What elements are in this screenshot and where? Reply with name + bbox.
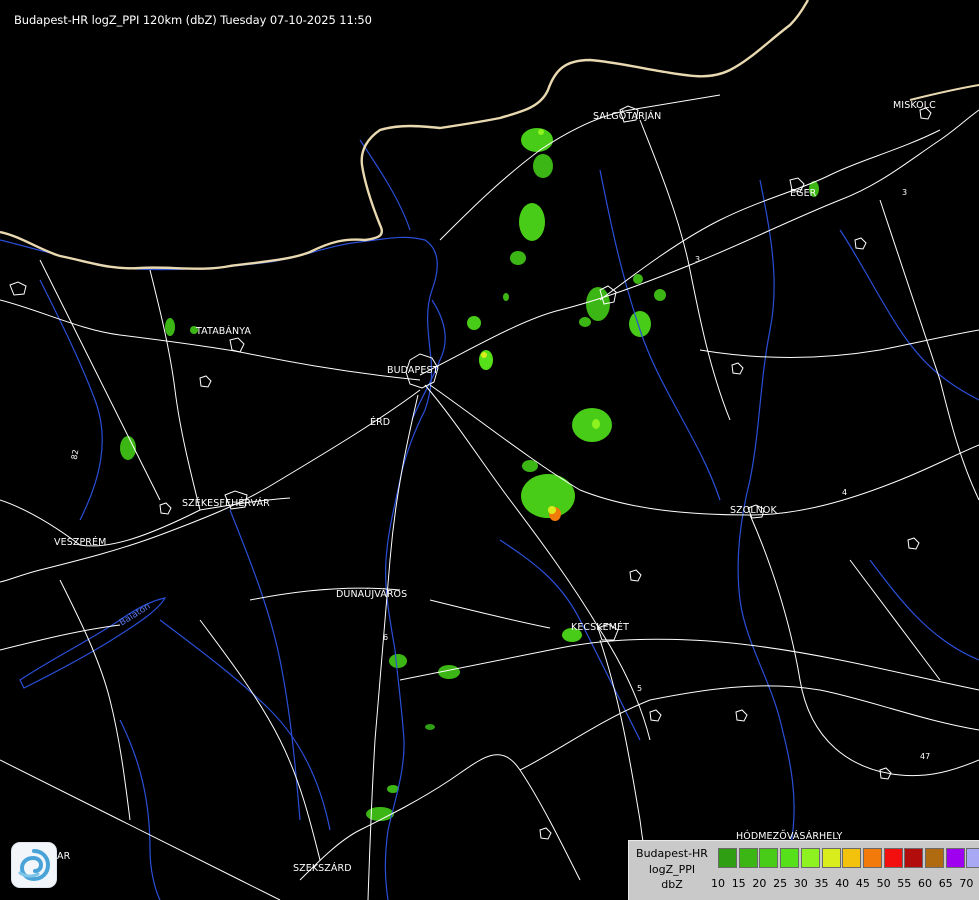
precip-cell-0 (521, 128, 553, 152)
legend-line-product: logZ_PPI (648, 862, 696, 876)
precip-core-3 (481, 352, 487, 358)
legend-swatch-55 (904, 848, 924, 868)
city-label-miskolc: MISKOLC (893, 100, 936, 111)
precip-core-1 (548, 506, 556, 514)
road-west-2 (149, 269, 201, 511)
road-misc-3 (59, 579, 131, 821)
river-network (0, 139, 979, 900)
river-misc-4 (869, 559, 979, 661)
precip-layer (120, 128, 819, 821)
precip-cell-17 (389, 654, 407, 668)
road-network (0, 94, 979, 900)
city-label-kecskemet: KECSKEMÉT (571, 622, 630, 633)
precip-cell-5 (629, 311, 651, 337)
precip-cell-3 (510, 251, 526, 265)
legend-swatch-15 (738, 848, 758, 868)
river-misc-1 (839, 229, 979, 401)
road-east-1 (699, 329, 979, 358)
road-misc-5 (849, 559, 941, 681)
precip-cell-23 (579, 317, 591, 327)
legend-swatch-20 (759, 848, 779, 868)
city-label-salgotarjan: SALGÓTARJÁN (593, 111, 662, 122)
road-m3 (419, 109, 979, 376)
city-label-dunaujvaros: DUNAÚJVÁROS (336, 589, 408, 600)
city-label-erd: ÉRD (370, 417, 391, 428)
road-szekszard (299, 754, 581, 881)
legend-swatch-70 (966, 848, 979, 868)
road-south-2 (199, 619, 321, 861)
legend-tick-70: 70 (959, 877, 974, 890)
precip-cell-6 (633, 274, 643, 284)
legend-swatch-35 (821, 848, 841, 868)
precip-core-4 (538, 129, 544, 135)
swirl-logo-icon (18, 849, 51, 882)
met-service-logo (12, 843, 56, 887)
precip-cell-24 (503, 293, 509, 301)
legend-swatch-45 (862, 848, 882, 868)
legend-line-source: Budapest-HR (636, 847, 708, 860)
road-eger (599, 129, 941, 301)
road-salgotarjan (439, 94, 721, 241)
legend-swatch-60 (925, 848, 944, 868)
city-label-veszprem: VESZPRÉM (54, 537, 107, 548)
city-label-szekszard: SZEKSZÁRD (293, 863, 352, 874)
river-misc-3 (119, 719, 161, 900)
legend-swatch-50 (883, 848, 903, 868)
legend-line-unit: dbZ (661, 878, 683, 891)
city-label-kaposvar: AR (57, 851, 71, 862)
road-number-3-east: 3 (902, 188, 908, 197)
precip-core-2 (592, 419, 600, 429)
city-label-szolnok: SZOLNOK (730, 505, 777, 516)
precip-cell-14 (165, 318, 175, 336)
road-m5 (424, 384, 651, 741)
town-outlines (9, 105, 932, 840)
legend-swatch-30 (800, 848, 820, 868)
radar-map-frame: Budapest-HR logZ_PPI 120km (dbZ) Tuesday… (0, 0, 979, 900)
legend-swatch-65 (945, 848, 965, 868)
road-number-4: 4 (842, 488, 848, 497)
river-tisza (737, 179, 796, 900)
precip-cell-21 (425, 724, 435, 730)
road-m6 (367, 394, 419, 900)
river-danube-arm (411, 299, 446, 421)
road-number-82: 82 (69, 448, 81, 461)
river-sarviz (229, 509, 301, 821)
road-number-3: 3 (695, 255, 701, 264)
city-label-eger: EGER (790, 188, 817, 199)
road-4-kecskemet (399, 638, 979, 691)
radar-map (0, 0, 979, 900)
precip-cell-12 (522, 460, 538, 472)
road-number-6: 6 (383, 633, 389, 642)
road-misc-1 (429, 599, 551, 629)
road-east-2 (879, 199, 979, 501)
road-number-47: 47 (920, 752, 931, 761)
precip-cell-10 (572, 408, 612, 442)
precip-cell-19 (366, 807, 394, 821)
national-border (0, 0, 979, 270)
road-m4 (429, 384, 979, 516)
road-m7 (0, 389, 421, 583)
legend-swatch-10 (718, 848, 737, 868)
precip-cell-2 (519, 203, 545, 241)
legend-caption: Budapest-HR logZ_PPI dbZ (629, 846, 715, 893)
road-number-5: 5 (637, 684, 643, 693)
map-title: Budapest-HR logZ_PPI 120km (dbZ) Tuesday… (14, 13, 372, 27)
river-zagyva (599, 169, 721, 501)
legend-swatch-40 (842, 848, 862, 868)
legend-swatch-25 (780, 848, 800, 868)
precip-cell-11 (521, 474, 575, 518)
precip-cell-1 (533, 154, 553, 178)
road-north-1 (639, 119, 731, 421)
road-m1 (0, 299, 421, 381)
road-south-1 (519, 685, 979, 771)
river-sio (159, 619, 331, 831)
precip-cell-8 (467, 316, 481, 330)
city-label-tatabanya: TATABÁNYA (196, 326, 251, 337)
city-label-budapest: BUDAPEST (387, 365, 439, 376)
precip-cell-7 (654, 289, 666, 301)
dbz-legend: Budapest-HR logZ_PPI dbZ 10 15 20 25 30 35 40 4… (628, 840, 979, 900)
city-label-szekesfehervar: SZÉKESFEHÉRVÁR (182, 498, 270, 509)
